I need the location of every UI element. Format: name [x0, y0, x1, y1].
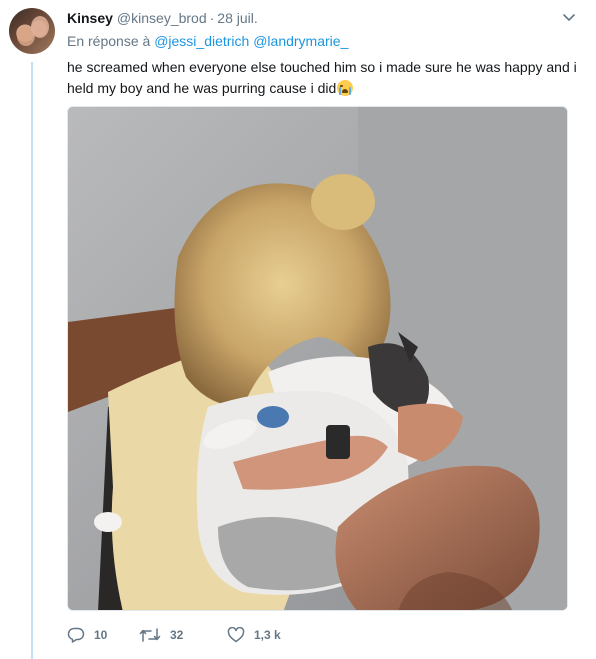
- mention-link[interactable]: @jessi_dietrich: [154, 33, 249, 49]
- avatar[interactable]: [9, 8, 55, 54]
- reply-count: 10: [94, 628, 108, 642]
- heart-icon: [227, 627, 245, 643]
- retweet-count: 32: [170, 628, 184, 642]
- retweet-icon: [139, 627, 161, 643]
- retweet-button[interactable]: 32: [139, 627, 227, 643]
- like-button[interactable]: 1,3 k: [227, 627, 307, 643]
- tweet-header: Kinsey @kinsey_brod · 28 juil.: [67, 9, 576, 27]
- loudly-crying-face-icon: [337, 80, 354, 96]
- author-handle[interactable]: @kinsey_brod: [117, 10, 207, 26]
- author-name[interactable]: Kinsey: [67, 10, 113, 26]
- tweet-text: he screamed when everyone else touched h…: [67, 57, 579, 99]
- separator-dot: ·: [209, 10, 215, 26]
- reply-context: En réponse à @jessi_dietrich @landrymari…: [67, 33, 348, 49]
- mention-link[interactable]: @landrymarie_: [253, 33, 348, 49]
- thread-connector-line: [31, 62, 33, 659]
- reply-prefix: En réponse à: [67, 33, 151, 49]
- tweet-body: he screamed when everyone else touched h…: [67, 59, 577, 96]
- reply-button[interactable]: 10: [67, 627, 139, 643]
- tweet-date[interactable]: 28 juil.: [217, 10, 257, 26]
- tweet-photo[interactable]: [67, 106, 568, 611]
- avatar-face: [31, 16, 49, 38]
- chevron-down-icon[interactable]: [560, 10, 578, 26]
- like-count: 1,3 k: [254, 628, 281, 642]
- reply-icon: [67, 627, 85, 643]
- tweet-actions: 10 32 1,3 k: [67, 625, 307, 645]
